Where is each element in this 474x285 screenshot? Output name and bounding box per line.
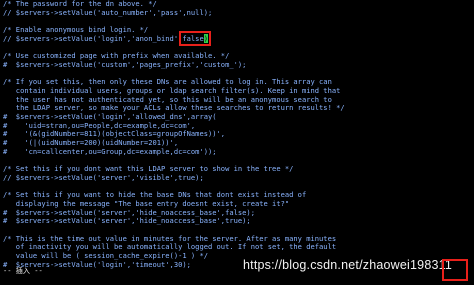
editor-line: // $servers->setValue('server','visible'… [3,172,204,182]
editor-line: // $servers->setValue('auto_number','pas… [3,7,213,17]
terminal-window[interactable]: /* The password for the dn above. */// $… [0,0,474,285]
csdn-watermark: https://blog.csdn.net/zhaowei198311 [243,258,452,272]
editor-line: # $servers->setValue('server','hide_noac… [3,216,251,226]
editor-line: // $servers->setValue('login','anon_bind… [3,30,471,46]
annotation-box [442,259,468,281]
vim-mode-indicator: -- 插入 -- [3,266,43,275]
editor-buffer[interactable]: /* The password for the dn above. */// $… [3,0,471,269]
editor-line: # 'cn=callcenter,ou=Group,dc=example,dc=… [3,146,217,156]
editor-line: # $servers->setValue('custom','pages_pre… [3,59,247,69]
anon-bind-value: false [182,33,204,43]
bind-line-prefix: // $servers->setValue('login','anon_bind… [3,33,183,43]
highlighted-anon-bind-value: false) [179,30,211,46]
bind-line-suffix: ; [208,33,213,43]
